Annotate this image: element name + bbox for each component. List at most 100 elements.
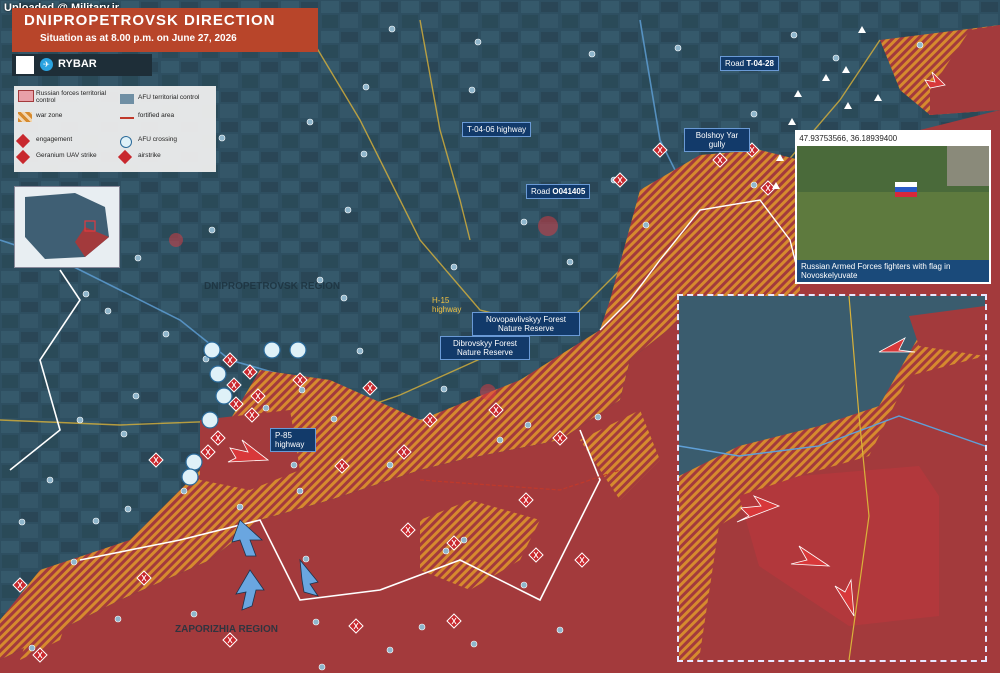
settlement-icon xyxy=(594,413,602,421)
settlement-icon xyxy=(236,503,244,511)
photo-coordinates: 47.93753566, 36.18939400 xyxy=(797,132,989,146)
settlement-icon xyxy=(750,181,758,189)
settlement-icon xyxy=(750,110,758,118)
settlement-icon xyxy=(330,415,338,423)
overview-minimap xyxy=(14,186,120,268)
settlement-icon xyxy=(588,50,596,58)
page-title: DNIPROPETROVSK DIRECTION xyxy=(24,12,276,29)
settlement-icon xyxy=(388,25,396,33)
settlement-icon xyxy=(386,646,394,654)
settlement-icon xyxy=(674,44,682,52)
road-code: T-04-28 xyxy=(746,59,774,68)
gully-tag-bolshoy: Bolshoy Yar gully xyxy=(684,128,750,152)
road-code: O041405 xyxy=(552,187,586,196)
settlement-icon xyxy=(362,83,370,91)
inset-map xyxy=(677,294,987,662)
settlement-icon xyxy=(556,626,564,634)
afu-crossing-icon xyxy=(263,341,281,359)
legend-label: AFU territorial control xyxy=(138,94,200,101)
legend-label: fortified area xyxy=(138,112,175,119)
settlement-icon xyxy=(524,421,532,429)
photo-coord-text: 47.93753566, 36.18939400 xyxy=(799,134,898,143)
legend-label: war zone xyxy=(36,112,63,119)
settlement-icon xyxy=(468,86,476,94)
settlement-icon xyxy=(496,436,504,444)
settlement-icon xyxy=(360,150,368,158)
settlement-icon xyxy=(114,615,122,623)
afu-crossing-icon xyxy=(289,341,307,359)
afu-crossing-icon xyxy=(203,341,221,359)
airstrike-icon xyxy=(117,149,133,165)
afu-crossing-icon xyxy=(120,136,132,148)
settlement-icon xyxy=(520,581,528,589)
settlement-icon xyxy=(312,618,320,626)
afu-control-swatch xyxy=(120,94,134,104)
inset-svg xyxy=(679,296,985,660)
road-word: Road xyxy=(531,187,551,196)
settlement-icon xyxy=(790,31,798,39)
settlement-icon xyxy=(18,518,26,526)
fortified-area-line xyxy=(120,117,134,119)
road-tag-h15: H-15 highway xyxy=(432,296,462,314)
settlement-icon xyxy=(262,404,270,412)
settlement-icon xyxy=(566,258,574,266)
page-subtitle: Situation as at 8.00 p.m. on June 27, 20… xyxy=(40,33,237,44)
settlement-icon xyxy=(356,347,364,355)
settlement-icon xyxy=(520,218,528,226)
strike-burst-icon xyxy=(480,384,496,400)
settlement-icon xyxy=(76,416,84,424)
settlement-icon xyxy=(124,505,132,513)
settlement-icon xyxy=(218,134,226,142)
minimap-svg xyxy=(15,187,119,267)
settlement-icon xyxy=(104,307,112,315)
settlement-icon xyxy=(302,555,310,563)
settlement-icon xyxy=(340,294,348,302)
strike-burst-icon xyxy=(169,233,183,247)
photo-panel: 47.93753566, 36.18939400 Russian Armed F… xyxy=(795,130,991,284)
reserve-tag-dibrovsky: Dibrovskyy Forest Nature Reserve xyxy=(440,336,530,360)
brand-name: RYBAR xyxy=(58,58,97,70)
qr-code-icon xyxy=(16,56,34,74)
settlement-icon xyxy=(470,640,478,648)
brand-bar: ✈ RYBAR xyxy=(12,54,152,76)
engagement-icon xyxy=(15,133,31,149)
settlement-icon xyxy=(298,386,306,394)
war-zone-swatch xyxy=(18,112,32,122)
settlement-icon xyxy=(344,206,352,214)
afu-crossing-icon xyxy=(201,411,219,429)
settlement-icon xyxy=(92,517,100,525)
settlement-icon xyxy=(386,461,394,469)
afu-crossing-icon xyxy=(185,453,203,471)
settlement-icon xyxy=(474,38,482,46)
settlement-icon xyxy=(132,392,140,400)
uav-strike-icon xyxy=(15,149,31,165)
legend-label: Russian forces territorial control xyxy=(36,90,107,104)
road-tag-o041405: Road O041405 xyxy=(526,184,591,199)
map-legend: Russian forces territorial control AFU te… xyxy=(14,86,216,172)
settlement-icon xyxy=(306,118,314,126)
map-stage: DNIPROPETROVSK REGION ZAPORIZHIA REGION … xyxy=(0,0,1000,673)
russian-control-swatch xyxy=(18,90,34,102)
settlement-icon xyxy=(70,558,78,566)
settlement-icon xyxy=(162,330,170,338)
header-banner: DNIPROPETROVSK DIRECTION Situation as at… xyxy=(12,8,318,52)
settlement-icon xyxy=(440,385,448,393)
settlement-icon xyxy=(28,644,36,652)
settlement-icon xyxy=(180,487,188,495)
legend-label: AFU crossing xyxy=(138,136,178,143)
legend-label: airstrike xyxy=(138,152,161,159)
settlement-icon xyxy=(418,623,426,631)
afu-crossing-icon xyxy=(181,468,199,486)
road-tag-t0428: Road T-04-28 xyxy=(720,56,779,71)
legend-label: engagement xyxy=(36,136,73,143)
photo-caption: Russian Armed Forces fighters with flag … xyxy=(797,260,989,282)
settlement-icon xyxy=(120,430,128,438)
afu-crossing-icon xyxy=(209,365,227,383)
road-tag-t0406: T-04-06 highway xyxy=(462,122,532,137)
telegram-icon: ✈ xyxy=(40,58,53,71)
settlement-icon xyxy=(318,663,326,671)
road-word: Road xyxy=(725,59,745,68)
legend-label: Geranium UAV strike xyxy=(36,152,97,159)
settlement-icon xyxy=(296,487,304,495)
settlement-icon xyxy=(832,54,840,62)
